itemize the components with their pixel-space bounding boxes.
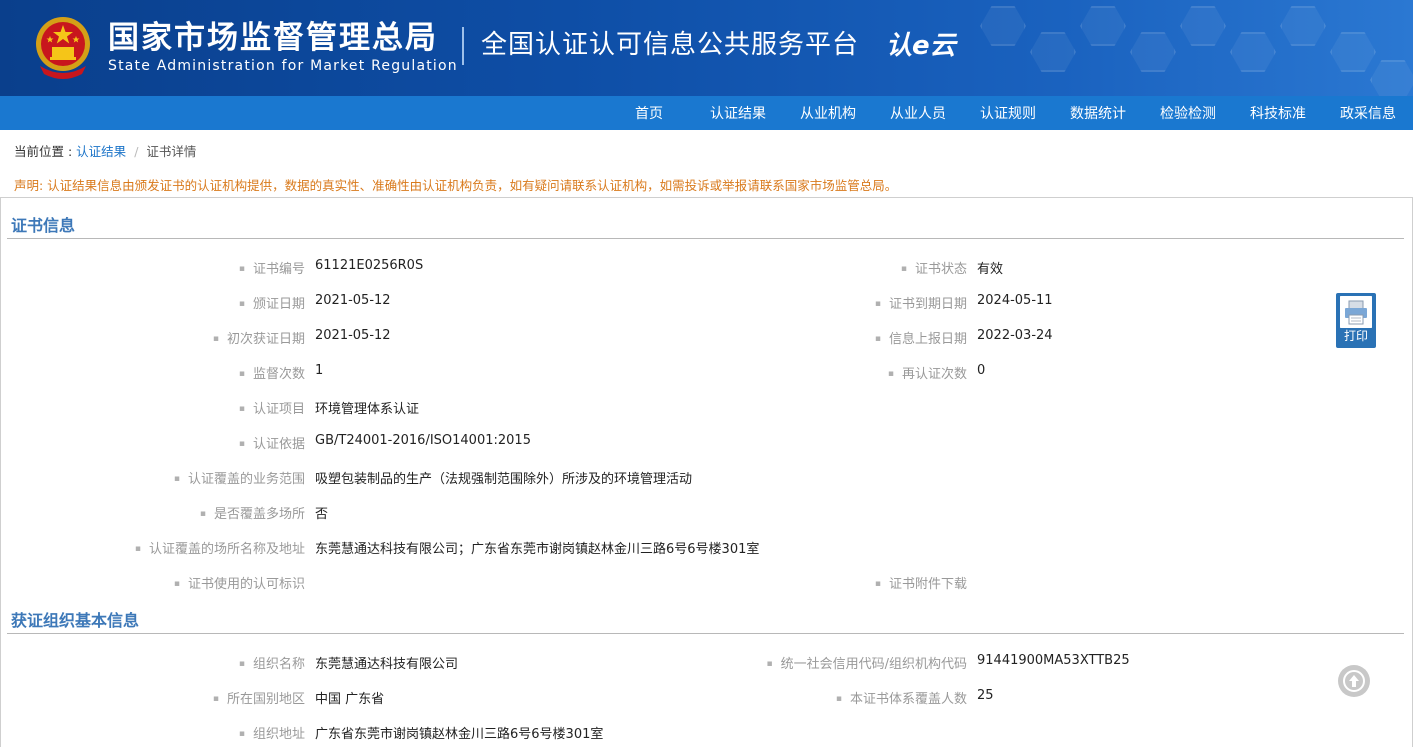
printer-icon [1340,296,1372,328]
section-title-org-info: 获证组织基本信息 [11,611,140,630]
hex-decoration [980,6,1026,46]
field-value-headcount: 25 [977,688,994,703]
field-value-supervision-count: 1 [315,363,324,378]
field-label: 信息上报日期 [875,328,967,347]
field-label: 组织地址 [239,723,305,742]
hex-decoration [1030,32,1076,72]
agency-name: 国家市场监督管理总局 [108,20,438,56]
nav-cert-rules[interactable]: 认证规则 [980,96,1036,130]
arrow-up-circle-icon [1343,670,1365,692]
field-value-recert-count: 0 [977,363,986,378]
field-label: 初次获证日期 [213,328,305,347]
back-to-top-button[interactable] [1338,665,1370,697]
field-label-attachment-download: 证书附件下载 [875,573,967,592]
breadcrumb-link-cert-results[interactable]: 认证结果 [76,144,126,159]
nav-home[interactable]: 首页 [635,96,663,130]
field-value-cert-project: 环境管理体系认证 [315,402,420,417]
field-label: 证书到期日期 [875,293,967,312]
national-emblem-icon [36,17,90,79]
breadcrumb-current: 证书详情 [146,144,197,159]
field-label: 监督次数 [239,363,305,382]
field-value-region: 中国 广东省 [315,692,385,707]
field-value-expiry-date: 2024-05-11 [977,293,1053,308]
main-nav: 首页 认证结果 从业机构 从业人员 认证规则 数据统计 检验检测 科技标准 政采… [0,96,1413,130]
agency-name-english: State Administration for Market Regulati… [108,58,458,74]
disclaimer-notice: 声明: 认证结果信息由颁发证书的认证机构提供，数据的真实性、准确性由认证机构负责… [14,178,898,193]
hex-decoration [1130,32,1176,72]
field-value-org-address: 广东省东莞市谢岗镇赵林金川三路6号6号楼301室 [315,727,604,742]
hex-decoration [1080,6,1126,46]
platform-logo: 认e云 [886,31,956,61]
hex-decoration [1230,32,1276,72]
nav-tech-standards[interactable]: 科技标准 [1250,96,1306,130]
section-divider [7,633,1404,634]
print-button[interactable]: 打印 [1336,293,1376,348]
field-value-report-date: 2022-03-24 [977,328,1053,343]
field-label: 颁证日期 [239,293,305,312]
section-divider [7,238,1404,239]
field-label: 组织名称 [239,653,305,672]
field-value-first-issue-date: 2021-05-12 [315,328,391,343]
breadcrumb-prefix: 当前位置 : [14,144,77,159]
field-value-org-name: 东莞慧通达科技有限公司 [315,657,459,672]
field-label: 证书状态 [901,258,967,277]
field-label: 认证依据 [239,433,305,452]
field-value-cert-status: 有效 [977,262,1004,277]
hex-decoration [1330,32,1376,72]
field-label: 是否覆盖多场所 [200,503,305,522]
print-label: 打印 [1343,329,1368,343]
nav-procurement[interactable]: 政采信息 [1340,96,1396,130]
hex-decoration [1280,6,1326,46]
field-label: 本证书体系覆盖人数 [836,688,967,707]
nav-inspection[interactable]: 检验检测 [1160,96,1216,130]
field-label: 所在国别地区 [213,688,305,707]
field-value-business-scope: 吸塑包装制品的生产（法规强制范围除外）所涉及的环境管理活动 [315,472,693,487]
field-value-cert-basis: GB/T24001-2016/ISO14001:2015 [315,433,531,448]
field-value-cert-number: 61121E0256R0S [315,258,424,273]
nav-personnel[interactable]: 从业人员 [890,96,946,130]
field-value-multi-site: 否 [315,507,329,522]
breadcrumb: 当前位置 : 认证结果 / 证书详情 [14,141,196,160]
field-value-site-address: 东莞慧通达科技有限公司；广东省东莞市谢岗镇赵林金川三路6号6号楼301室 [315,542,760,557]
field-label: 证书编号 [239,258,305,277]
site-header: 国家市场监督管理总局 State Administration for Mark… [0,0,1413,96]
field-label: 认证覆盖的业务范围 [174,468,305,487]
header-divider [462,27,464,65]
field-label: 统一社会信用代码/组织机构代码 [767,653,967,672]
nav-statistics[interactable]: 数据统计 [1070,96,1126,130]
hex-decoration [1180,6,1226,46]
field-label: 认证覆盖的场所名称及地址 [135,538,305,557]
section-title-cert-info: 证书信息 [11,216,76,235]
hex-decoration [1370,60,1413,96]
field-label: 再认证次数 [888,363,967,382]
field-value-credit-code: 91441900MA53XTTB25 [977,653,1130,668]
field-label: 认证项目 [239,398,305,417]
nav-institutions[interactable]: 从业机构 [800,96,856,130]
platform-title: 全国认证认可信息公共服务平台 [481,30,860,60]
field-value-issue-date: 2021-05-12 [315,293,391,308]
breadcrumb-separator: / [134,144,139,159]
nav-cert-results[interactable]: 认证结果 [710,96,766,130]
field-label: 证书使用的认可标识 [174,573,305,592]
